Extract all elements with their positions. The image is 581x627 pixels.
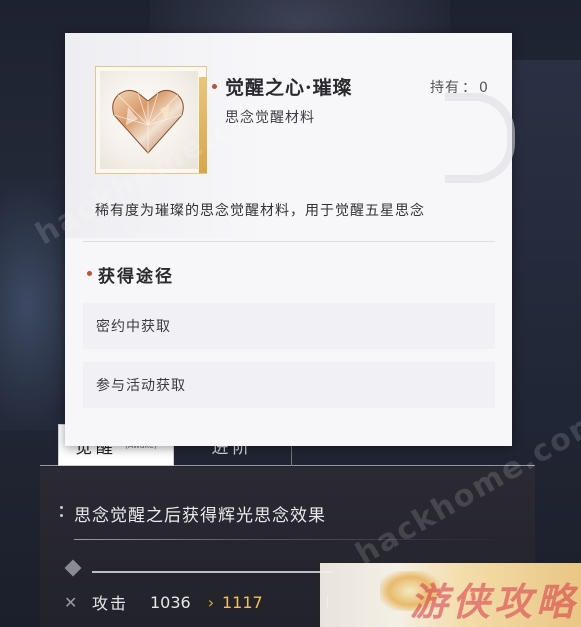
bullet-icon [60,506,64,520]
sources-bullet-icon [87,271,92,276]
item-name: 觉醒之心·璀璨 [225,77,353,99]
stat-bar [92,571,332,573]
source-item-event[interactable]: 参与活动获取 [83,362,495,408]
awaken-effect-text: 思念觉醒之后获得辉光思念效果 [74,506,326,526]
stat-label: 攻击 [92,594,129,613]
item-detail-popup[interactable]: 觉醒之心·璀璨 思念觉醒材料 持有： 0 稀有度为璀璨的思念觉醒材料，用于觉醒五星… [65,33,515,446]
source-item-label: 参与活动获取 [96,378,186,394]
diamond-icon [64,559,82,577]
stat-old-value: 1036 [150,592,191,612]
held-label: 持有 [430,80,460,96]
arrow-right-icon: › [207,592,215,612]
card-decor-mark [445,93,515,183]
held-count: 持有： 0 [430,80,489,96]
watermark-corner: 游侠攻略 [320,563,581,627]
stat-row-attack: ✕ 攻击 1036 › 1117 [64,590,334,614]
section-divider [83,241,495,242]
item-description: 稀有度为璀璨的思念觉醒材料，用于觉醒五星思念 [95,203,425,219]
background-right-edge [511,60,581,440]
source-item-contract[interactable]: 密约中获取 [83,303,495,349]
stat-new-value: 1117 [222,592,263,612]
sword-icon: ✕ [64,592,78,612]
held-value: 0 [479,80,489,96]
watermark-logo-text: 游侠攻略 [410,580,579,624]
sources-title: 获得途径 [98,267,174,287]
title-bullet-icon [212,84,217,89]
source-item-label: 密约中获取 [96,319,171,335]
effect-divider [74,539,514,540]
